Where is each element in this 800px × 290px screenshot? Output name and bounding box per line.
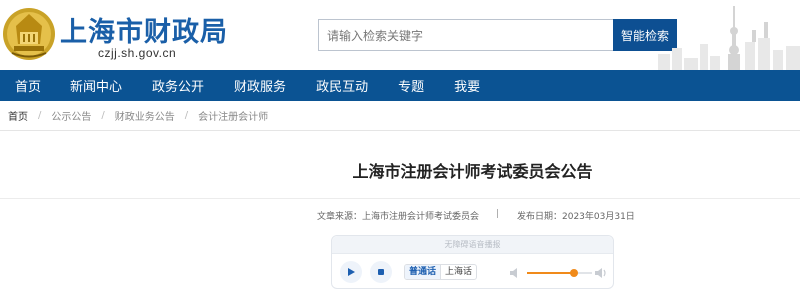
nav-item-finance-services[interactable]: 财政服务: [234, 76, 286, 95]
meta-separator: |: [496, 209, 500, 219]
nav-item-gov-affairs[interactable]: 政务公开: [152, 76, 204, 95]
stop-icon: [378, 269, 384, 275]
page: 上海市财政局 czjj.sh.gov.cn 请输入检索关键字 智能检索 首页 新…: [0, 0, 800, 290]
search-input[interactable]: 请输入检索关键字: [318, 19, 614, 51]
emblem-logo-icon[interactable]: [2, 4, 56, 64]
volume-handle[interactable]: [569, 269, 578, 277]
site-header: 上海市财政局 czjj.sh.gov.cn 请输入检索关键字 智能检索: [0, 0, 800, 70]
lang-mandarin-button[interactable]: 普通话: [405, 265, 442, 279]
article-source: 文章来源：上海市注册会计师考试委员会: [317, 212, 480, 222]
volume-low-icon[interactable]: [509, 266, 521, 280]
volume-fill: [527, 272, 574, 274]
nav-item-home[interactable]: 首页: [15, 76, 41, 95]
breadcrumb-accounting-cpa[interactable]: 会计注册会计师: [198, 108, 268, 123]
article-title: 上海市注册会计师考试委员会公告: [352, 162, 593, 181]
nav-item-topics[interactable]: 专题: [398, 76, 424, 95]
volume-slider[interactable]: [527, 269, 592, 277]
play-icon: [348, 268, 355, 276]
nav-item-interaction[interactable]: 政民互动: [316, 76, 368, 95]
main-nav: 首页 新闻中心 政务公开 财政服务 政民互动 专题 我要: [0, 70, 800, 101]
player-header: 无障碍语音播报: [332, 236, 613, 254]
play-button[interactable]: [340, 261, 362, 283]
breadcrumb-separator: /: [101, 110, 105, 121]
nav-item-news[interactable]: 新闻中心: [70, 76, 122, 95]
breadcrumb-separator: /: [38, 110, 42, 121]
breadcrumb: 首页 / 公示公告 / 财政业务公告 / 会计注册会计师: [0, 101, 800, 131]
site-domain: czjj.sh.gov.cn: [98, 46, 177, 60]
breadcrumb-separator: /: [184, 110, 189, 121]
stop-button[interactable]: [370, 261, 392, 283]
breadcrumb-announcements[interactable]: 公示公告: [51, 108, 91, 123]
breadcrumb-home[interactable]: 首页: [8, 108, 28, 123]
nav-item-i-want[interactable]: 我要: [454, 76, 480, 95]
skyline-decoration-icon: [658, 6, 800, 70]
language-toggle: 普通话 上海话: [404, 264, 478, 280]
audio-player: 无障碍语音播报 普通话 上海话: [331, 235, 614, 289]
article-date: 发布日期：2023年03月31日: [517, 212, 635, 222]
breadcrumb-finance-notices[interactable]: 财政业务公告: [115, 108, 175, 123]
volume-high-icon[interactable]: [594, 266, 608, 280]
title-divider: [0, 198, 800, 199]
lang-shanghainese-button[interactable]: 上海话: [441, 265, 476, 279]
site-title[interactable]: 上海市财政局: [60, 10, 228, 49]
